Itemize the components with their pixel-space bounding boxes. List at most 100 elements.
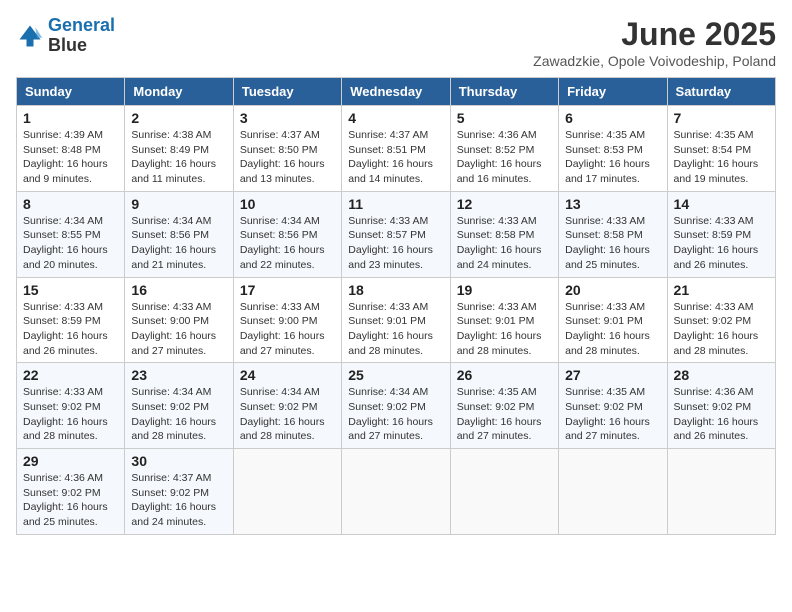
day-number: 15 [23, 282, 118, 298]
calendar-day-cell [342, 449, 450, 535]
day-number: 29 [23, 453, 118, 469]
calendar-day-cell [233, 449, 341, 535]
day-info: Sunrise: 4:36 AM Sunset: 9:02 PM Dayligh… [674, 385, 769, 444]
day-number: 27 [565, 367, 660, 383]
calendar-day-cell: 6 Sunrise: 4:35 AM Sunset: 8:53 PM Daylig… [559, 106, 667, 192]
calendar-day-cell: 28 Sunrise: 4:36 AM Sunset: 9:02 PM Dayli… [667, 363, 775, 449]
day-info: Sunrise: 4:34 AM Sunset: 8:55 PM Dayligh… [23, 214, 118, 273]
day-info: Sunrise: 4:33 AM Sunset: 9:02 PM Dayligh… [674, 300, 769, 359]
day-number: 2 [131, 110, 226, 126]
day-number: 26 [457, 367, 552, 383]
month-title: June 2025 [533, 16, 776, 53]
day-number: 20 [565, 282, 660, 298]
day-info: Sunrise: 4:35 AM Sunset: 9:02 PM Dayligh… [565, 385, 660, 444]
calendar-day-header: Saturday [667, 78, 775, 106]
calendar-day-header: Tuesday [233, 78, 341, 106]
day-info: Sunrise: 4:34 AM Sunset: 9:02 PM Dayligh… [348, 385, 443, 444]
day-info: Sunrise: 4:33 AM Sunset: 8:57 PM Dayligh… [348, 214, 443, 273]
calendar-day-cell: 5 Sunrise: 4:36 AM Sunset: 8:52 PM Daylig… [450, 106, 558, 192]
day-info: Sunrise: 4:34 AM Sunset: 8:56 PM Dayligh… [240, 214, 335, 273]
day-number: 14 [674, 196, 769, 212]
day-info: Sunrise: 4:38 AM Sunset: 8:49 PM Dayligh… [131, 128, 226, 187]
calendar-day-header: Friday [559, 78, 667, 106]
day-info: Sunrise: 4:37 AM Sunset: 8:51 PM Dayligh… [348, 128, 443, 187]
day-info: Sunrise: 4:33 AM Sunset: 9:00 PM Dayligh… [240, 300, 335, 359]
day-number: 25 [348, 367, 443, 383]
calendar-table: SundayMondayTuesdayWednesdayThursdayFrid… [16, 77, 776, 535]
day-info: Sunrise: 4:33 AM Sunset: 9:02 PM Dayligh… [23, 385, 118, 444]
calendar-week-row: 29 Sunrise: 4:36 AM Sunset: 9:02 PM Dayli… [17, 449, 776, 535]
logo: General Blue [16, 16, 115, 56]
day-info: Sunrise: 4:35 AM Sunset: 9:02 PM Dayligh… [457, 385, 552, 444]
day-number: 8 [23, 196, 118, 212]
calendar-week-row: 22 Sunrise: 4:33 AM Sunset: 9:02 PM Dayli… [17, 363, 776, 449]
title-block: June 2025 Zawadzkie, Opole Voivodeship, … [533, 16, 776, 69]
day-number: 16 [131, 282, 226, 298]
day-number: 5 [457, 110, 552, 126]
calendar-day-cell [559, 449, 667, 535]
day-number: 12 [457, 196, 552, 212]
day-info: Sunrise: 4:35 AM Sunset: 8:53 PM Dayligh… [565, 128, 660, 187]
day-info: Sunrise: 4:33 AM Sunset: 8:59 PM Dayligh… [23, 300, 118, 359]
day-number: 30 [131, 453, 226, 469]
day-number: 4 [348, 110, 443, 126]
calendar-day-cell: 25 Sunrise: 4:34 AM Sunset: 9:02 PM Dayli… [342, 363, 450, 449]
day-number: 19 [457, 282, 552, 298]
calendar-day-cell: 17 Sunrise: 4:33 AM Sunset: 9:00 PM Dayli… [233, 277, 341, 363]
day-info: Sunrise: 4:37 AM Sunset: 8:50 PM Dayligh… [240, 128, 335, 187]
day-info: Sunrise: 4:33 AM Sunset: 8:58 PM Dayligh… [565, 214, 660, 273]
day-info: Sunrise: 4:33 AM Sunset: 8:59 PM Dayligh… [674, 214, 769, 273]
day-info: Sunrise: 4:34 AM Sunset: 9:02 PM Dayligh… [240, 385, 335, 444]
calendar-day-cell: 30 Sunrise: 4:37 AM Sunset: 9:02 PM Dayli… [125, 449, 233, 535]
day-info: Sunrise: 4:33 AM Sunset: 8:58 PM Dayligh… [457, 214, 552, 273]
day-number: 22 [23, 367, 118, 383]
calendar-day-cell: 20 Sunrise: 4:33 AM Sunset: 9:01 PM Dayli… [559, 277, 667, 363]
day-number: 13 [565, 196, 660, 212]
calendar-week-row: 15 Sunrise: 4:33 AM Sunset: 8:59 PM Dayli… [17, 277, 776, 363]
day-info: Sunrise: 4:36 AM Sunset: 9:02 PM Dayligh… [23, 471, 118, 530]
calendar-day-header: Monday [125, 78, 233, 106]
calendar-day-cell: 3Sunrise: 4:37 AM Sunset: 8:50 PM Daylig… [233, 106, 341, 192]
calendar-day-cell: 19 Sunrise: 4:33 AM Sunset: 9:01 PM Dayli… [450, 277, 558, 363]
calendar-day-cell: 8 Sunrise: 4:34 AM Sunset: 8:55 PM Daylig… [17, 191, 125, 277]
calendar-day-cell: 11Sunrise: 4:33 AM Sunset: 8:57 PM Dayli… [342, 191, 450, 277]
day-info: Sunrise: 4:37 AM Sunset: 9:02 PM Dayligh… [131, 471, 226, 530]
calendar-day-cell: 7Sunrise: 4:35 AM Sunset: 8:54 PM Daylig… [667, 106, 775, 192]
day-info: Sunrise: 4:34 AM Sunset: 9:02 PM Dayligh… [131, 385, 226, 444]
day-info: Sunrise: 4:34 AM Sunset: 8:56 PM Dayligh… [131, 214, 226, 273]
day-info: Sunrise: 4:33 AM Sunset: 9:01 PM Dayligh… [457, 300, 552, 359]
calendar-header-row: SundayMondayTuesdayWednesdayThursdayFrid… [17, 78, 776, 106]
day-number: 17 [240, 282, 335, 298]
day-number: 24 [240, 367, 335, 383]
day-number: 10 [240, 196, 335, 212]
day-info: Sunrise: 4:36 AM Sunset: 8:52 PM Dayligh… [457, 128, 552, 187]
calendar-day-header: Sunday [17, 78, 125, 106]
day-number: 21 [674, 282, 769, 298]
calendar-week-row: 8 Sunrise: 4:34 AM Sunset: 8:55 PM Daylig… [17, 191, 776, 277]
calendar-day-cell [667, 449, 775, 535]
day-number: 6 [565, 110, 660, 126]
calendar-day-cell: 13 Sunrise: 4:33 AM Sunset: 8:58 PM Dayli… [559, 191, 667, 277]
day-info: Sunrise: 4:35 AM Sunset: 8:54 PM Dayligh… [674, 128, 769, 187]
calendar-day-cell: 27 Sunrise: 4:35 AM Sunset: 9:02 PM Dayli… [559, 363, 667, 449]
calendar-day-cell: 15 Sunrise: 4:33 AM Sunset: 8:59 PM Dayli… [17, 277, 125, 363]
page-header: General Blue June 2025 Zawadzkie, Opole … [16, 16, 776, 69]
calendar-day-cell: 22 Sunrise: 4:33 AM Sunset: 9:02 PM Dayli… [17, 363, 125, 449]
day-number: 28 [674, 367, 769, 383]
calendar-day-cell: 12 Sunrise: 4:33 AM Sunset: 8:58 PM Dayli… [450, 191, 558, 277]
calendar-day-cell: 10 Sunrise: 4:34 AM Sunset: 8:56 PM Dayli… [233, 191, 341, 277]
day-info: Sunrise: 4:39 AM Sunset: 8:48 PM Dayligh… [23, 128, 118, 187]
calendar-week-row: 1Sunrise: 4:39 AM Sunset: 8:48 PM Daylig… [17, 106, 776, 192]
calendar-day-cell: 26 Sunrise: 4:35 AM Sunset: 9:02 PM Dayli… [450, 363, 558, 449]
calendar-day-cell: 14 Sunrise: 4:33 AM Sunset: 8:59 PM Dayli… [667, 191, 775, 277]
calendar-day-cell: 2 Sunrise: 4:38 AM Sunset: 8:49 PM Daylig… [125, 106, 233, 192]
logo-text: General Blue [48, 16, 115, 56]
calendar-day-cell: 18Sunrise: 4:33 AM Sunset: 9:01 PM Dayli… [342, 277, 450, 363]
day-number: 18 [348, 282, 443, 298]
day-info: Sunrise: 4:33 AM Sunset: 9:00 PM Dayligh… [131, 300, 226, 359]
location-subtitle: Zawadzkie, Opole Voivodeship, Poland [533, 53, 776, 69]
day-info: Sunrise: 4:33 AM Sunset: 9:01 PM Dayligh… [565, 300, 660, 359]
day-number: 23 [131, 367, 226, 383]
calendar-day-cell: 9Sunrise: 4:34 AM Sunset: 8:56 PM Daylig… [125, 191, 233, 277]
calendar-day-cell [450, 449, 558, 535]
